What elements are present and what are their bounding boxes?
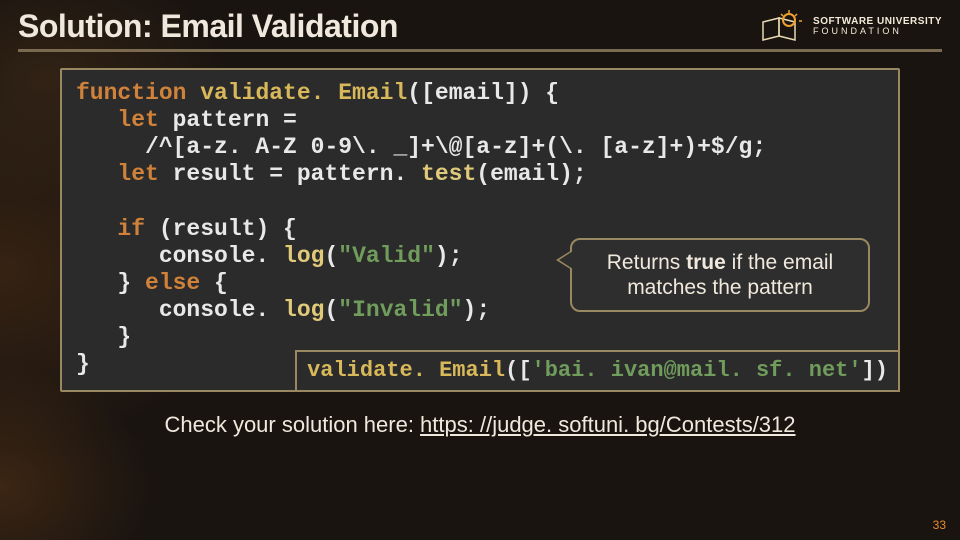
code-token: (: [324, 243, 338, 269]
code-token: let: [76, 161, 173, 187]
code-token: console.: [76, 297, 283, 323]
check-link[interactable]: https: //judge. softuni. bg/Contests/312: [420, 412, 795, 437]
softuni-logo: SOFTWARE UNIVERSITY FOUNDATION: [761, 10, 942, 44]
callout-text: Returns: [607, 251, 686, 274]
code-token: result = pattern.: [173, 161, 421, 187]
code-block: function validate. Email([email]) { let …: [60, 68, 900, 392]
code-token: ]): [862, 358, 888, 383]
code-token: validate. Email: [307, 358, 505, 383]
code-token: (result) {: [159, 216, 297, 242]
code-token: log: [283, 243, 324, 269]
code-token: console.: [76, 243, 283, 269]
code-token: );: [463, 297, 491, 323]
code-token: function: [76, 80, 200, 106]
page-number: 33: [933, 518, 946, 532]
check-solution-line: Check your solution here: https: //judge…: [60, 412, 900, 438]
code-token: pattern =: [173, 107, 311, 133]
code-token: (: [324, 297, 338, 323]
code-call-box: validate. Email(['bai. ivan@mail. sf. ne…: [295, 350, 900, 392]
code-token: test: [421, 161, 476, 187]
code-token: "Invalid": [338, 297, 462, 323]
code-token: ([email]) {: [407, 80, 559, 106]
code-token: {: [214, 270, 228, 296]
callout-tooltip: Returns true if the email matches the pa…: [570, 238, 870, 312]
code-token: }: [76, 270, 145, 296]
logo-text-bottom: FOUNDATION: [813, 27, 942, 36]
code-token: log: [283, 297, 324, 323]
slide-title: Solution: Email Validation: [18, 8, 398, 45]
code-token: (email);: [476, 161, 586, 187]
code-token: );: [435, 243, 463, 269]
callout-bold: true: [686, 251, 726, 274]
code-token: else: [145, 270, 214, 296]
code-token: ;: [752, 134, 766, 160]
code-token: if: [76, 216, 159, 242]
check-text: Check your solution here:: [164, 412, 420, 437]
code-token: }: [76, 324, 131, 350]
code-token: "Valid": [338, 243, 435, 269]
code-token: /^[a-z. A-Z 0-9\. _]+\@[a-z]+(\. [a-z]+)…: [76, 134, 752, 160]
code-token: let: [76, 107, 173, 133]
code-token: ([: [505, 358, 531, 383]
code-token: }: [76, 351, 90, 377]
lightbulb-book-icon: [761, 10, 805, 44]
code-token: 'bai. ivan@mail. sf. net': [532, 358, 862, 383]
code-token: validate. Email: [200, 80, 407, 106]
